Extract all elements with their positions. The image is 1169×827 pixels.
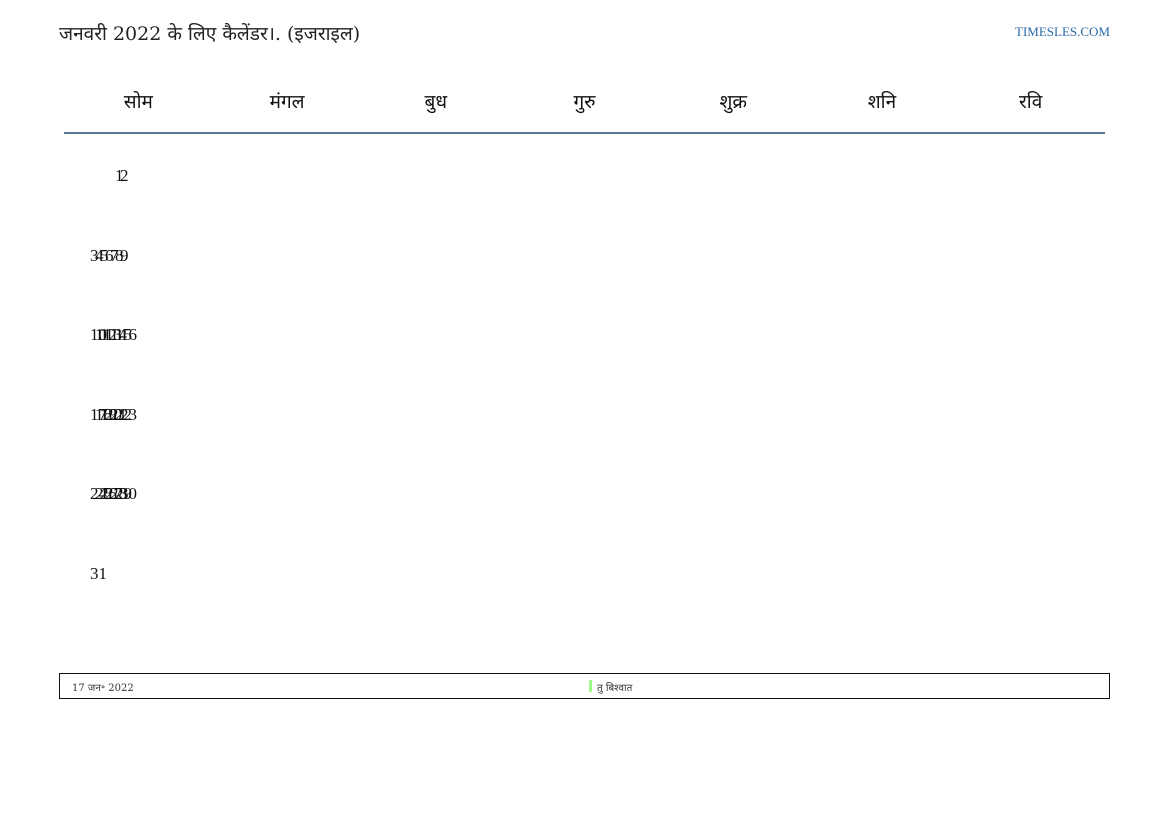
day-number: 9 — [120, 245, 129, 265]
legend-color-swatch — [589, 680, 592, 692]
weekday-header: गुरु — [573, 91, 596, 113]
weekday-header: शुक्र — [719, 91, 747, 113]
day-number: 23 — [120, 404, 137, 424]
week-row: 31 — [64, 536, 1105, 656]
week-row: 3456789 — [64, 218, 1105, 293]
day-number: 31 — [90, 563, 107, 583]
site-link[interactable]: TIMESLES.COM — [1015, 24, 1110, 40]
week-rows: 1 2 3 4 5 6 7 8 9 10 11 12 13 14 15 16 17 18 19 20 21 22 23 24 2… — [64, 138, 1105, 656]
calendar-title: जनवरी 2022 के लिए कैलेंडर।. (इजराइल) — [59, 23, 361, 45]
weekday-header: रवि — [1019, 91, 1043, 113]
weekday-header: मंगल — [269, 91, 305, 113]
weekday-header-row: सोम मंगल बुध गुरु शुक्र शनि रवि — [64, 70, 1105, 134]
holiday-legend: 17 जन॰ 2022 तु बिश्वात — [59, 673, 1110, 699]
day-number: 16 — [120, 325, 137, 345]
week-row: 10 11 12 13 14 15 16 — [64, 297, 1105, 372]
day-number: 30 — [120, 484, 137, 504]
week-row: 12 — [64, 138, 1105, 213]
legend-date: 17 जन॰ 2022 — [72, 683, 134, 694]
week-row: 17 18 19 20 21 22 23 — [64, 377, 1105, 452]
weekday-header: सोम — [123, 91, 153, 113]
calendar-grid: सोम मंगल बुध गुरु शुक्र शनि रवि 1 2 3 4 5 6 7 8 9 10 11 1… — [64, 70, 1105, 661]
week-row: 24 25 26 27 28 29 30 — [64, 456, 1105, 531]
day-number: 2 — [120, 166, 129, 185]
weekday-header: बुध — [424, 91, 448, 113]
legend-holiday-name: तु बिश्वात — [597, 683, 633, 694]
weekday-header: शनि — [867, 91, 897, 113]
